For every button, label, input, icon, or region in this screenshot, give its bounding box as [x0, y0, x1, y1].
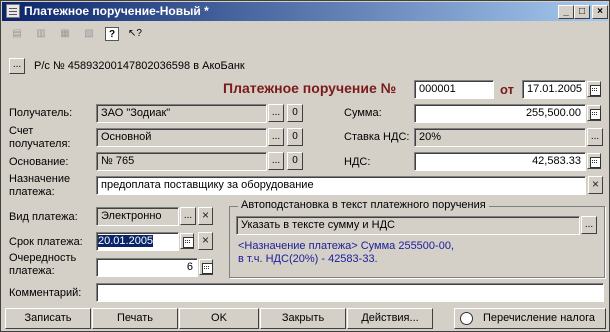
document-date-input[interactable]: 17.01.2005 — [522, 80, 586, 99]
recipient-account-clear-button[interactable]: 0 — [287, 128, 303, 146]
recipient-label: Получатель: — [9, 107, 73, 119]
ok-button[interactable]: OK — [179, 308, 259, 329]
close-form-button[interactable]: Закрыть — [260, 308, 346, 329]
vat-rate-select-button[interactable]: ... — [587, 128, 603, 146]
autofill-preview-line-1: <Назначение платежа> Сумма 255500-00, — [238, 240, 454, 252]
basis-clear-button[interactable]: 0 — [287, 152, 303, 170]
basis-label: Основание: — [9, 156, 69, 168]
deadline-label: Срок платежа: — [9, 236, 83, 248]
priority-input[interactable]: 6 — [96, 258, 198, 277]
print-button[interactable]: Печать — [92, 308, 178, 329]
actions-button[interactable]: Действия... — [347, 308, 433, 329]
comment-label: Комментарий: — [9, 287, 82, 299]
minimize-button[interactable]: _ — [558, 5, 574, 19]
document-title: Платежное поручение № — [223, 80, 397, 96]
document-icon — [6, 4, 20, 18]
payment-order-window: Платежное поручение-Новый * _ □ × ▤ ▥ ▦ … — [0, 0, 610, 332]
calendar-icon[interactable] — [587, 81, 601, 97]
tax-icon — [460, 312, 473, 325]
autofill-group-title: Автоподстановка в текст платежного поруч… — [238, 199, 489, 211]
document-icon[interactable]: ▤ — [10, 27, 24, 41]
payment-type-label: Вид платежа: — [9, 211, 78, 223]
title-bar: Платежное поручение-Новый * _ □ × — [2, 2, 608, 21]
record-button[interactable]: Записать — [5, 308, 91, 329]
vat-label: НДС: — [344, 156, 371, 168]
recipient-account-field[interactable]: Основной — [96, 128, 267, 147]
deadline-clear-icon[interactable]: × — [198, 232, 213, 250]
payment-type-clear-icon[interactable]: × — [198, 207, 213, 225]
calendar-icon[interactable] — [180, 233, 194, 249]
tax-transfer-label: Перечисление налога — [483, 312, 595, 324]
document-delete-icon[interactable]: ▥ — [34, 27, 48, 41]
vat-rate-label: Ставка НДС: — [344, 131, 410, 143]
account-select-button[interactable]: ... — [9, 58, 25, 74]
basis-select-button[interactable]: ... — [268, 152, 284, 170]
sum-input[interactable]: 255,500.00 — [414, 104, 586, 123]
date-label: от — [500, 82, 514, 97]
deadline-input[interactable]: 20.01.2005 — [96, 232, 179, 251]
sum-label: Сумма: — [344, 107, 382, 119]
help-icon[interactable]: ? — [105, 27, 119, 41]
autofill-preview: <Назначение платежа> Сумма 255500-00, в … — [238, 240, 454, 266]
purpose-clear-icon[interactable]: × — [588, 176, 603, 194]
recipient-account-label-2: получателя: — [9, 138, 71, 150]
payment-type-select-button[interactable]: ... — [180, 207, 196, 225]
calculator-icon[interactable] — [587, 105, 601, 121]
calculator-icon[interactable] — [587, 153, 601, 169]
recipient-clear-button[interactable]: 0 — [287, 104, 303, 122]
vat-input[interactable]: 42,583.33 — [414, 152, 586, 171]
purpose-label-2: платежа: — [9, 186, 55, 198]
priority-label-1: Очередность — [9, 252, 77, 264]
calculator-icon[interactable] — [199, 259, 213, 275]
recipient-account-select-button[interactable]: ... — [268, 128, 284, 146]
basis-field[interactable]: № 765 — [96, 152, 267, 171]
comment-input[interactable] — [96, 283, 604, 302]
recipient-select-button[interactable]: ... — [268, 104, 284, 122]
autofill-option-field[interactable]: Указать в тексте сумму и НДС — [236, 216, 580, 235]
document-tree-icon[interactable]: ▧ — [82, 27, 96, 41]
autofill-preview-line-2: в т.ч. НДС(20%) - 42583-33. — [238, 253, 378, 265]
maximize-button[interactable]: □ — [574, 5, 590, 19]
payment-type-field[interactable]: Электронно — [96, 207, 179, 226]
purpose-input[interactable]: предоплата поставщику за оборудование — [96, 176, 586, 195]
vat-rate-field[interactable]: 20% — [414, 128, 586, 147]
context-help-icon[interactable]: ↖? — [128, 27, 142, 41]
window-title: Платежное поручение-Новый * — [24, 4, 209, 18]
recipient-account-label-1: Счет — [9, 125, 34, 137]
purpose-label-1: Назначение — [9, 173, 71, 185]
priority-label-2: платежа: — [9, 265, 55, 277]
autofill-group: Автоподстановка в текст платежного поруч… — [229, 199, 605, 278]
document-number-input[interactable]: 000001 — [414, 80, 494, 99]
close-button[interactable]: × — [592, 5, 608, 19]
document-list-icon[interactable]: ▦ — [58, 27, 72, 41]
account-label: Р/с № 45893200147802036598 в АкоБанк — [34, 60, 245, 72]
autofill-select-button[interactable]: ... — [581, 216, 597, 234]
deadline-value: 20.01.2005 — [98, 235, 154, 247]
recipient-field[interactable]: ЗАО "Зодиак" — [96, 104, 267, 123]
tax-transfer-button[interactable]: Перечисление налога — [454, 308, 606, 329]
